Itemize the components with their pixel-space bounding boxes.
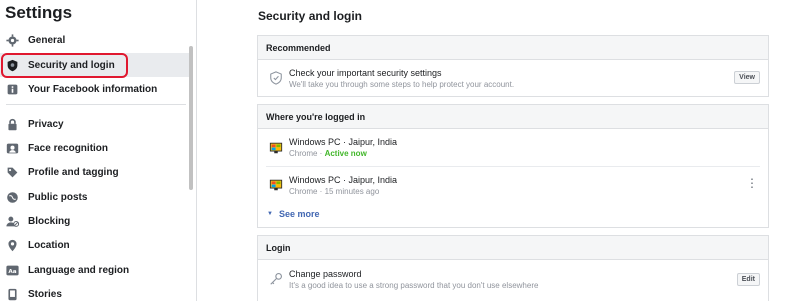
- change-password-title: Change password: [289, 269, 362, 279]
- lock-icon: [6, 118, 19, 131]
- windows-pc-icon: [269, 141, 283, 155]
- recommended-card: Recommended Check your important securit…: [257, 35, 769, 97]
- tag-icon: [6, 166, 19, 179]
- windows-pc-icon: [269, 178, 283, 192]
- session-device: Windows PC · Jaipur, India: [289, 137, 398, 147]
- session-status: Active now: [324, 149, 367, 158]
- sidebar-title: Settings: [5, 3, 73, 22]
- login-header: Login: [258, 236, 768, 260]
- session-browser: Chrome · 15 minutes ago: [289, 187, 380, 196]
- see-more-label: See more: [278, 209, 320, 219]
- change-password-subtitle: It's a good idea to use a strong passwor…: [289, 281, 539, 290]
- sidebar-item-label: General: [28, 34, 66, 46]
- session-row[interactable]: Windows PC · Jaipur, India Chrome · 15 m…: [258, 167, 768, 203]
- blocking-icon: [6, 215, 19, 228]
- edit-button[interactable]: Edit: [736, 273, 760, 286]
- stories-icon: [6, 288, 19, 301]
- settings-sidebar: Settings General Security and login Your…: [0, 0, 197, 301]
- highlight-annotation: [1, 53, 128, 78]
- sidebar-item-general[interactable]: General: [0, 28, 190, 52]
- sidebar-item-blocking[interactable]: Blocking: [0, 209, 190, 233]
- logged-in-header: Where you're logged in: [258, 105, 768, 129]
- session-device: Windows PC · Jaipur, India: [289, 175, 398, 185]
- sidebar-item-your-facebook-information[interactable]: Your Facebook information: [0, 77, 190, 101]
- shield-check-icon: [269, 71, 283, 85]
- view-button[interactable]: View: [734, 71, 760, 84]
- sidebar-item-language-and-region[interactable]: Aa Language and region: [0, 258, 190, 282]
- login-card: Login Change password It's a good idea t…: [257, 235, 769, 301]
- globe-icon: [6, 191, 19, 204]
- sidebar-item-label: Your Facebook information: [28, 83, 158, 95]
- chevron-down-icon: ▼: [267, 211, 273, 217]
- facebook-info-icon: [6, 83, 19, 96]
- sidebar-item-label: Stories: [28, 288, 62, 300]
- logged-in-card: Where you're logged in Windows PC · Jaip…: [257, 104, 769, 228]
- language-icon: Aa: [6, 264, 19, 277]
- sidebar-item-profile-and-tagging[interactable]: Profile and tagging: [0, 160, 190, 184]
- key-icon: [269, 272, 283, 286]
- svg-text:Aa: Aa: [8, 268, 16, 274]
- page-title: Security and login: [258, 9, 363, 23]
- session-row[interactable]: Windows PC · Jaipur, India Chrome · Acti…: [258, 130, 768, 166]
- more-options-icon[interactable]: ⋮: [746, 177, 758, 189]
- sidebar-item-label: Privacy: [28, 118, 64, 130]
- sidebar-item-public-posts[interactable]: Public posts: [0, 185, 190, 209]
- sidebar-divider: [6, 104, 186, 105]
- sidebar-item-location[interactable]: Location: [0, 233, 190, 257]
- location-pin-icon: [6, 239, 19, 252]
- sidebar-item-face-recognition[interactable]: Face recognition: [0, 136, 190, 160]
- session-browser: Chrome ·: [289, 149, 325, 158]
- face-recognition-icon: [6, 142, 19, 155]
- sidebar-item-label: Language and region: [28, 264, 130, 276]
- gear-icon: [6, 33, 19, 47]
- security-checkup-subtitle: We'll take you through some steps to hel…: [289, 80, 515, 89]
- sidebar-scrollbar[interactable]: [189, 46, 193, 190]
- sidebar-item-stories[interactable]: Stories: [0, 282, 190, 301]
- sidebar-item-label: Location: [28, 239, 70, 251]
- sidebar-item-label: Profile and tagging: [28, 166, 119, 178]
- change-password-row[interactable]: Change password It's a good idea to use …: [258, 260, 768, 300]
- security-checkup-title: Check your important security settings: [289, 68, 442, 78]
- sidebar-item-label: Blocking: [28, 215, 71, 227]
- recommended-header: Recommended: [258, 36, 768, 60]
- see-more-link[interactable]: ▼ See more: [267, 209, 319, 219]
- security-checkup-row[interactable]: Check your important security settings W…: [258, 60, 768, 96]
- sidebar-item-label: Public posts: [28, 191, 88, 203]
- sidebar-item-privacy[interactable]: Privacy: [0, 112, 190, 136]
- sidebar-item-label: Face recognition: [28, 142, 109, 154]
